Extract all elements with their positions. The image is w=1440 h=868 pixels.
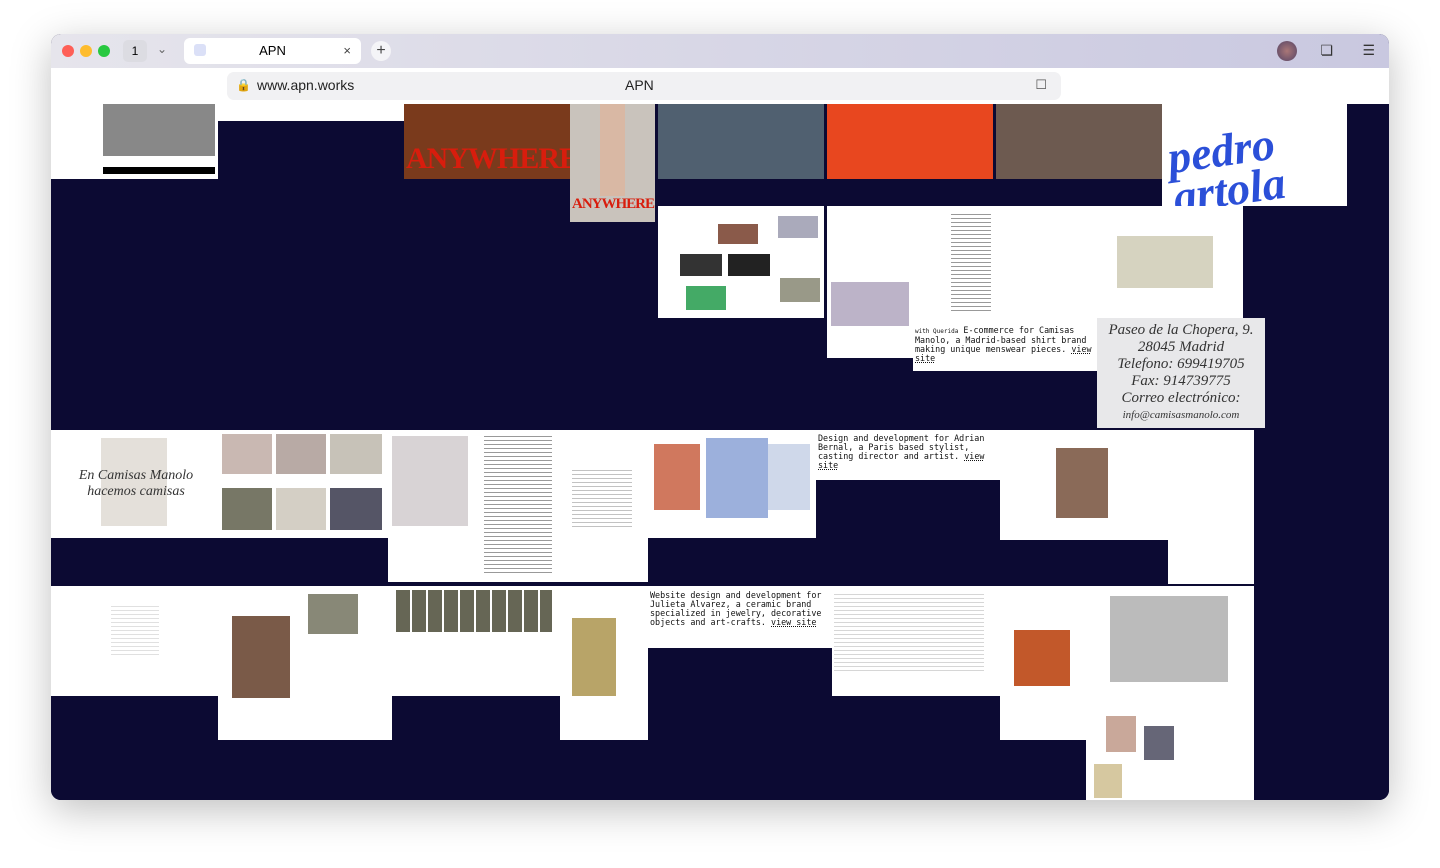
- page-content: ANYWHERE ANYWHERE pedro artola with Quer…: [51, 104, 1389, 800]
- new-tab-button[interactable]: +: [371, 41, 391, 61]
- url-field[interactable]: 🔒 www.apn.works APN ☐: [227, 72, 1061, 100]
- anywhere-logo-small: ANYWHERE: [572, 196, 655, 212]
- close-tab-icon[interactable]: ×: [343, 38, 351, 64]
- pedro-gallery-thumbnail[interactable]: [658, 206, 824, 318]
- camisas-grid-thumbnail[interactable]: [218, 430, 388, 538]
- project-thumbnail: [218, 104, 404, 121]
- address-bar: 🔒 www.apn.works APN ☐: [51, 68, 1389, 104]
- adrian-bernal-project[interactable]: Design and development for Adrian Bernal…: [816, 430, 1000, 480]
- camisas-contact-thumbnail[interactable]: Paseo de la Chopera, 9. 28045 Madrid Telef…: [1097, 318, 1265, 428]
- url-text: www.apn.works: [257, 77, 355, 93]
- julieta-product-page[interactable]: [1000, 586, 1086, 740]
- page-title: APN: [625, 77, 654, 93]
- project-description: Design and development for Adrian Bernal…: [818, 433, 985, 470]
- julieta-text-page[interactable]: [832, 586, 1000, 696]
- bookmark-icon[interactable]: ☐: [1035, 77, 1047, 93]
- camisas-product-thumbnail[interactable]: [388, 430, 558, 582]
- tab-bar: 1 ⌄ APN × + ❏ ☰: [51, 34, 1389, 68]
- sketch-thumbnail[interactable]: [51, 586, 218, 696]
- camisas-contact-page[interactable]: [558, 430, 648, 582]
- campaign-thumbnail[interactable]: [658, 104, 824, 179]
- favicon-icon: [194, 44, 206, 56]
- chevron-down-icon[interactable]: ⌄: [157, 42, 167, 56]
- sidebar-menu-icon[interactable]: ☰: [1362, 42, 1375, 59]
- julieta-gallery[interactable]: [1086, 586, 1254, 800]
- anywhere-logo: ANYWHERE: [406, 142, 570, 175]
- gallery-grid-thumbnail[interactable]: [392, 586, 560, 696]
- camisas-script: En Camisas Manolo hacemos camisas: [78, 468, 194, 499]
- project-thumbnail[interactable]: [51, 104, 218, 179]
- tab-apn[interactable]: APN ×: [184, 38, 361, 64]
- shirts-thumbnail[interactable]: [648, 430, 816, 538]
- strategy-thumbnail[interactable]: [827, 104, 993, 179]
- collage-thumbnail[interactable]: [996, 104, 1162, 179]
- minimize-window-button[interactable]: [80, 45, 92, 57]
- zoom-window-button[interactable]: [98, 45, 110, 57]
- tab-count-button[interactable]: 1: [123, 40, 147, 62]
- anywhere-thumbnail-2[interactable]: ANYWHERE: [570, 104, 655, 222]
- julieta-alvarez-project[interactable]: Website design and development for Julie…: [648, 586, 832, 648]
- anywhere-thumbnail[interactable]: ANYWHERE: [404, 104, 570, 179]
- pedro-page-thumbnail[interactable]: [827, 206, 913, 358]
- view-site-link[interactable]: view site: [771, 617, 816, 627]
- project-description: Website design and development for Julie…: [650, 590, 822, 627]
- profile-avatar[interactable]: [1277, 41, 1297, 61]
- close-window-button[interactable]: [62, 45, 74, 57]
- project-description: with Querida E-commerce for Camisas Mano…: [915, 325, 1092, 363]
- contact-script: Paseo de la Chopera, 9. 28045 Madrid Telef…: [1108, 322, 1254, 421]
- adrian-bernal-thumbnail[interactable]: [1000, 430, 1168, 540]
- camisas-home-thumbnail[interactable]: En Camisas Manolo hacemos camisas: [51, 430, 218, 538]
- browser-window: 1 ⌄ APN × + ❏ ☰ 🔒 www.apn.works APN ☐ AN…: [51, 34, 1389, 800]
- pedro-artola-thumbnail[interactable]: pedro artola: [1162, 104, 1347, 206]
- adrian-look-thumbnail[interactable]: [560, 586, 648, 740]
- bookmarks-icon[interactable]: ❏: [1320, 42, 1333, 59]
- tab-title: APN: [259, 43, 286, 58]
- lock-icon: 🔒: [236, 78, 251, 92]
- adrian-portrait-thumbnail[interactable]: [218, 586, 392, 740]
- pedro-artola-logo: pedro artola: [1164, 117, 1289, 206]
- adrian-bernal-page[interactable]: [1168, 430, 1254, 584]
